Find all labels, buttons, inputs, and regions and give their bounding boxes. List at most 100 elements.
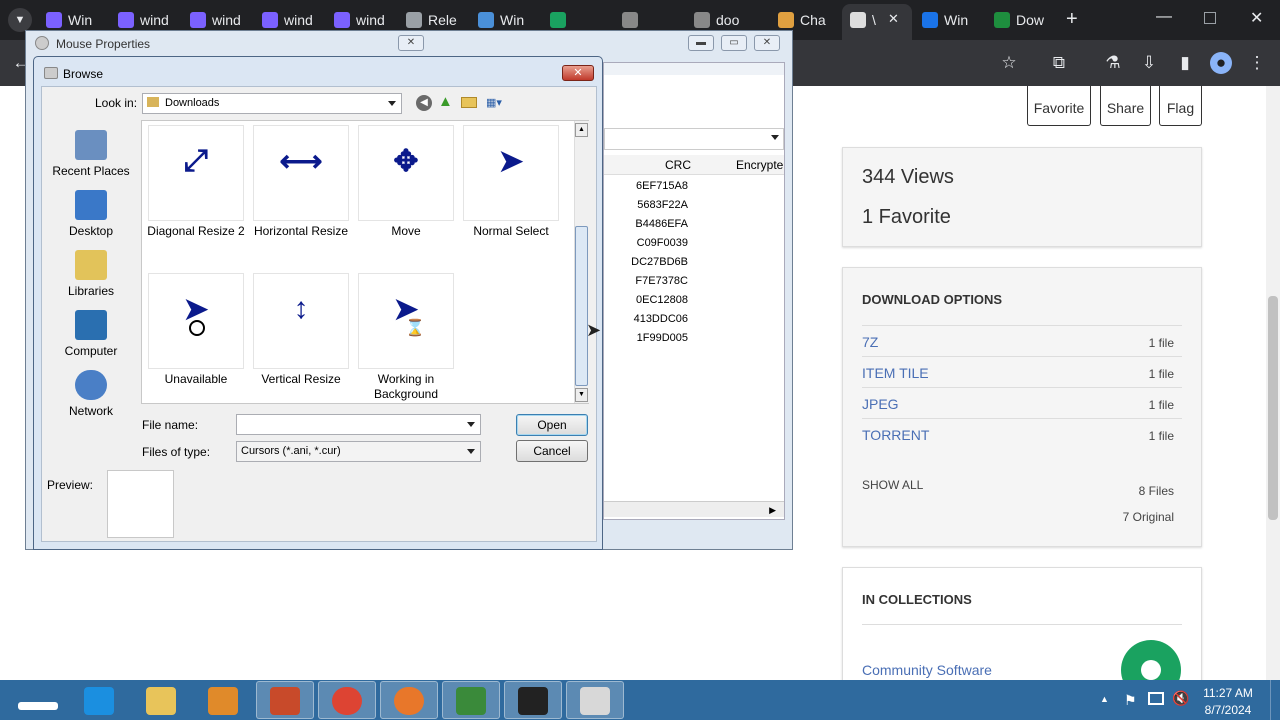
maximize-icon[interactable]: ▭ (721, 35, 747, 51)
download-option-row[interactable]: JPEG 1 file (862, 387, 1182, 417)
crc-value[interactable]: 5683F22A (628, 199, 688, 211)
file-list-scroll-thumb[interactable] (575, 226, 588, 386)
browser-tab[interactable]: Cha (778, 8, 842, 32)
crc-value[interactable]: B4486EFA (628, 218, 688, 230)
browser-tab[interactable]: wind (190, 8, 254, 32)
taskbar-app-firefox[interactable] (380, 681, 438, 719)
archive-hscroll[interactable]: ▶ (604, 501, 784, 517)
crc-value[interactable]: F7E7378C (628, 275, 688, 287)
browser-tab[interactable] (622, 8, 686, 32)
download-format-link[interactable]: JPEG (862, 396, 899, 412)
place-desktop[interactable]: Desktop (48, 190, 134, 238)
download-option-row[interactable]: TORRENT 1 file (862, 418, 1182, 448)
taskbar-app-winrar-2[interactable] (442, 681, 500, 719)
new-tab-button[interactable]: + (1066, 8, 1086, 30)
browser-tab[interactable]: wind (334, 8, 398, 32)
place-recent-places[interactable]: Recent Places (48, 130, 134, 178)
share-button[interactable]: Share (1100, 86, 1151, 126)
action-center-flag-icon[interactable]: ⚑ (1124, 692, 1137, 709)
volume-muted-icon[interactable]: 🔇 (1172, 690, 1189, 707)
cursor-file-tile[interactable]: ⟷ (253, 125, 349, 221)
page-scrollbar-thumb[interactable] (1268, 296, 1278, 520)
crc-value[interactable]: 1F99D005 (628, 332, 688, 344)
scroll-down-arrow[interactable]: ▼ (575, 388, 588, 402)
tab-search-button[interactable]: ▼ (8, 8, 32, 32)
open-button[interactable]: Open (516, 414, 588, 436)
close-tab-icon[interactable]: ✕ (888, 11, 899, 27)
favorite-button[interactable]: Favorite (1027, 86, 1091, 126)
minimize-window-button[interactable]: — (1156, 8, 1172, 26)
cursor-file-tile[interactable]: ✥ (358, 125, 454, 221)
browser-tab[interactable]: wind (118, 8, 182, 32)
browser-tab[interactable]: Rele (406, 8, 470, 32)
download-format-link[interactable]: ITEM TILE (862, 365, 929, 381)
flag-button[interactable]: Flag (1159, 86, 1202, 126)
taskbar-app-media-player[interactable] (194, 681, 252, 719)
archive-path-combo[interactable] (604, 128, 784, 150)
browser-tab[interactable]: Win (478, 8, 542, 32)
cursor-file-tile[interactable]: ➤ (463, 125, 559, 221)
close-icon[interactable]: ✕ (754, 35, 780, 51)
taskbar-app-7zip[interactable] (504, 681, 562, 719)
download-option-row[interactable]: ITEM TILE 1 file (862, 356, 1182, 386)
download-icon[interactable]: ⇩ (1138, 52, 1160, 74)
cursor-file-tile[interactable]: ⤢ (148, 125, 244, 221)
place-libraries[interactable]: Libraries (48, 250, 134, 298)
browser-tab[interactable]: Win (922, 8, 986, 32)
file-name-input[interactable] (236, 414, 481, 435)
cursor-file-tile[interactable]: ➤ (148, 273, 244, 369)
browser-tab[interactable]: Dow (994, 8, 1058, 32)
view-menu-icon[interactable]: ▦▾ (486, 96, 512, 109)
encrypted-column-header[interactable]: Encrypte (736, 158, 783, 172)
file-type-select[interactable]: Cursors (*.ani, *.cur) (236, 441, 481, 462)
browser-tab[interactable]: \ (850, 8, 914, 32)
show-all-link[interactable]: SHOW ALL (862, 478, 923, 492)
place-computer[interactable]: Computer (48, 310, 134, 358)
browser-tab[interactable]: wind (262, 8, 326, 32)
close-icon[interactable]: ✕ (398, 35, 424, 51)
taskbar-app-mouse[interactable] (566, 681, 624, 719)
labs-flask-icon[interactable]: ⚗ (1102, 52, 1124, 74)
place-network[interactable]: Network (48, 370, 134, 418)
download-format-link[interactable]: 7Z (862, 334, 878, 350)
restore-window-button[interactable] (1204, 12, 1216, 24)
crc-value[interactable]: 413DDC06 (628, 313, 688, 325)
dialog-close-button[interactable]: ✕ (562, 65, 594, 81)
crc-value[interactable]: C09F0039 (628, 237, 688, 249)
up-folder-icon[interactable]: ▲ (438, 94, 454, 110)
crc-value[interactable]: DC27BD6B (628, 256, 688, 268)
new-folder-icon[interactable] (461, 97, 477, 108)
start-button[interactable] (8, 684, 64, 716)
cursor-file-tile[interactable]: ↕ (253, 273, 349, 369)
cursor-file-tile[interactable]: ➤ ⌛ (358, 273, 454, 369)
collection-link[interactable]: Community Software (862, 662, 992, 678)
network-icon[interactable] (1148, 692, 1164, 705)
crc-value[interactable]: 0EC12808 (628, 294, 688, 306)
side-panel-icon[interactable]: ▮ (1174, 52, 1196, 74)
taskbar-app-file-explorer[interactable] (132, 681, 190, 719)
bookmark-star-icon[interactable]: ☆ (998, 52, 1020, 74)
browser-tab[interactable]: doo (694, 8, 758, 32)
clock-time[interactable]: 11:27 AM (1196, 686, 1260, 700)
minimize-icon[interactable]: ▬ (688, 35, 714, 51)
crc-column-header[interactable]: CRC (665, 158, 691, 172)
clock-date[interactable]: 8/7/2024 (1196, 703, 1260, 717)
scroll-up-arrow[interactable]: ▲ (575, 123, 588, 137)
menu-kebab-icon[interactable]: ⋮ (1246, 52, 1268, 74)
show-desktop-button[interactable] (1270, 680, 1280, 720)
browser-tab[interactable]: Win (46, 8, 110, 32)
tray-overflow-icon[interactable]: ▲ (1100, 694, 1109, 704)
download-format-link[interactable]: TORRENT (862, 427, 929, 443)
download-option-row[interactable]: 7Z 1 file (862, 325, 1182, 355)
cancel-button[interactable]: Cancel (516, 440, 588, 462)
browser-tab[interactable] (550, 8, 614, 32)
taskbar-app-chrome[interactable] (318, 681, 376, 719)
back-icon[interactable]: ◀ (416, 95, 432, 111)
look-in-combo[interactable]: Downloads (142, 93, 402, 114)
close-window-button[interactable]: ✕ (1250, 8, 1263, 28)
taskbar-app-winrar[interactable] (256, 681, 314, 719)
crc-value[interactable]: 6EF715A8 (628, 180, 688, 192)
extensions-icon[interactable]: ⧉ (1048, 52, 1070, 74)
taskbar-app-internet-explorer[interactable] (70, 681, 128, 719)
profile-avatar-icon[interactable]: ● (1210, 52, 1232, 74)
